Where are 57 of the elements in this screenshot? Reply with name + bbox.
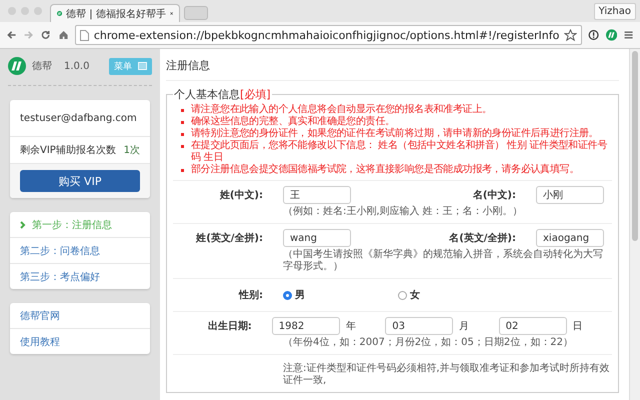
field-label: 名(中文): [472,188,517,202]
radio-button[interactable] [398,290,407,300]
unit-label: 日 [572,320,584,333]
browser-tab[interactable]: 德帮 | 德福报名好帮手 [50,4,180,22]
address-bar[interactable]: chrome-extension://bpekbkogncmhmahaioiconfhigjignoc/options.html#!/registerInfo [74,25,582,45]
radio-option[interactable]: 女 [398,288,513,302]
text-field[interactable]: 03 [385,317,454,335]
logo-icon [57,8,62,19]
hint-text: （年份4位，如：2007；月份2位，如：05；日期2位，如：22） [283,337,574,349]
field-label: 出生日期: [206,320,253,333]
text-field[interactable]: 王 [283,186,351,204]
notice-text: 请特别注意您的身份证件，如果您的证件在考试前将过期，请申请新的身份证件后再进行注册。 [191,128,598,139]
vip-count: 1次 [124,144,140,157]
sidebar-link[interactable]: 使用教程 [10,329,150,354]
notice-text: 确保这些信息的完整、真实和准确是您的责任。 [191,116,395,127]
version-label: 1.0.0 [64,60,90,72]
notice-text: 请注意您在此输入的个人信息将会自动显示在您的报名表和准考证上。 [191,104,492,115]
unit-label: 年 [344,320,357,333]
required-tag: [必填] [240,88,271,101]
text-field[interactable]: wang [283,229,351,247]
profile-button[interactable]: Yizhao [594,3,636,20]
field-label: 性别: [238,288,264,302]
vip-label: 剩余VIP辅助报名次数 [20,144,116,157]
account-email: testuser@dafbang.com [20,112,137,124]
step-item[interactable]: 第二步：问卷信息 [10,238,150,264]
notice-text: 部分注册信息会提交德国德福考试院，这将直接影响您是否能成功报考，请务必认真填写。 [191,164,580,175]
radio-option[interactable]: 男 [283,288,398,302]
home-icon[interactable] [58,28,69,42]
reload-icon[interactable] [40,28,52,42]
unit-label: 月 [458,320,470,333]
logo-icon [8,57,26,75]
field-label: 名(英文/全拼): [448,232,517,245]
text-field[interactable]: 02 [498,317,567,335]
page-title: 注册信息 [166,49,619,81]
field-label: 姓(英文/全拼): [194,232,264,245]
extension-icon [606,28,617,42]
chevron-icon [20,220,26,228]
field-label: 姓(中文): [218,188,264,202]
step-item[interactable]: 第三步：考点偏好 [10,264,150,289]
buy-vip-button[interactable]: 购买 VIP [20,170,140,192]
text-field[interactable]: 1982 [272,317,340,335]
sidebar-link[interactable]: 德帮官网 [10,303,150,329]
text-field[interactable]: xiaogang [536,229,604,247]
close-icon[interactable] [170,10,173,17]
star-icon[interactable] [564,28,578,42]
scrollbar-thumb[interactable] [632,51,638,241]
info-icon[interactable] [588,28,600,42]
notice-text: 在提交此页面后，您将不能修改以下信息： 姓名（包括中文姓名和拼音） 性别 证件类型和证件号码 生日 [191,140,608,163]
section-title: 个人基本信息 [174,88,240,101]
page-icon [80,30,89,40]
hint-text: （中国考生请按照《新华字典》的规范输入拼音，系统会自动转化为大写字母形式。） [283,249,604,273]
radio-button[interactable] [283,290,292,300]
list-icon [138,62,147,70]
text-field[interactable]: 小刚 [536,186,604,204]
app-name: 德帮 [32,60,52,73]
hint-text: （例如：姓名:王小刚,则应输入 姓：王；名：小刚。） [283,206,524,218]
note-text: 注意:证件类型和证件号码必须相符,并与领取准考证和参加考试时所持有效证件一致, [283,363,611,387]
